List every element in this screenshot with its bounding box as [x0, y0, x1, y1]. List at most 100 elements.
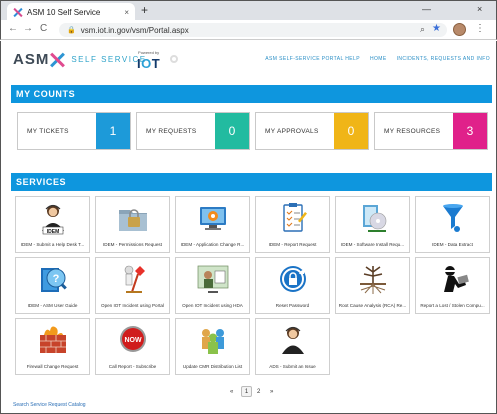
asm-favicon-icon	[13, 8, 22, 17]
count-label: MY APPROVALS	[265, 128, 319, 135]
service-tile-label: IDEM - ASM User Guide	[27, 303, 78, 308]
count-value: 0	[215, 113, 249, 149]
browser-tab-bar: ASM 10 Self Service × + — ×	[0, 0, 497, 21]
nav-incidents-requests[interactable]: INCIDENTS, REQUESTS AND INFO	[397, 56, 490, 62]
my-counts-header: MY COUNTS	[11, 85, 492, 103]
service-tile-label: ADS - Submit an Issue	[269, 364, 316, 369]
service-tile-lost-stolen[interactable]: Report a Lost / Stolen Compu...	[415, 257, 490, 314]
iot-letter-t: T	[151, 56, 161, 71]
count-value: 3	[453, 113, 487, 149]
service-tile-incident-portal[interactable]: Open IOT Incident using Portal	[95, 257, 170, 314]
address-toolbar: ← → C 🔒 vsm.iot.in.gov/vsm/Portal.aspx ⌕…	[0, 20, 497, 40]
service-tile-label: Root Cause Analysis (RCA) Re...	[338, 303, 407, 308]
service-tile-reset-password[interactable]: Reset Password	[255, 257, 330, 314]
forward-button[interactable]: →	[23, 23, 33, 34]
lock-icon: 🔒	[67, 27, 76, 34]
help-desk-agent-icon: IDEM	[41, 204, 64, 235]
count-label: MY TICKETS	[27, 128, 69, 135]
data-extract-funnel-icon	[442, 204, 463, 232]
root-tree-icon	[359, 266, 386, 294]
count-label: MY RESOURCES	[384, 128, 441, 135]
service-tile-label: IDEM - Permissions Request	[103, 242, 162, 247]
folder-lock-icon	[118, 209, 147, 231]
minimize-icon[interactable]: —	[422, 4, 431, 14]
nav-portal-help[interactable]: ASM SELF-SERVICE PORTAL HELP	[265, 56, 360, 62]
url-bar[interactable]: 🔒 vsm.iot.in.gov/vsm/Portal.aspx ⌕ ★	[59, 23, 447, 37]
count-value: 0	[334, 113, 368, 149]
service-tile-data-extract[interactable]: IDEM - Data Extract	[415, 196, 490, 253]
service-tile-label: IDEM - Data Extract	[432, 242, 473, 247]
portal-page: ASM SELF SERVICE Powered by IOT ASM SELF…	[0, 41, 497, 414]
service-tile-label: IDEM - Report Request	[268, 242, 317, 247]
clipboard-checklist-icon	[282, 203, 307, 232]
brand-asm: ASM	[13, 51, 50, 68]
my-approvals-card[interactable]: MY APPROVALS 0	[255, 112, 369, 150]
menu-kebab-icon[interactable]: ⋮	[475, 23, 485, 34]
service-tile-label: Open IOT Incident using HDA	[182, 303, 243, 308]
search-icon[interactable]: ⌕	[420, 24, 425, 35]
ads-agent-icon	[281, 326, 304, 354]
thief-laptop-icon	[443, 266, 469, 292]
service-tile-label: Report a Lost / Stolen Compu...	[420, 303, 485, 308]
help-book-icon: ?	[40, 268, 67, 292]
url-text[interactable]: vsm.iot.in.gov/vsm/Portal.aspx	[81, 26, 189, 35]
software-install-icon	[362, 205, 386, 232]
now-badge: NOW	[124, 337, 142, 344]
asm-x-logo-icon	[50, 52, 66, 67]
service-tile-label: Firewall Change Request	[26, 364, 79, 369]
count-value: 1	[96, 113, 130, 149]
service-tile-firewall[interactable]: Firewall Change Request	[15, 318, 90, 375]
distribution-group-icon	[201, 329, 224, 354]
search-catalog-link[interactable]: Search Service Request Catalog	[13, 402, 86, 408]
firewall-icon	[39, 326, 66, 353]
page-1-button[interactable]: 1	[241, 386, 252, 397]
service-tile-call-report[interactable]: NOW Call Report - Subscribe	[95, 318, 170, 375]
reload-button[interactable]: C	[40, 23, 47, 34]
new-tab-button[interactable]: +	[141, 3, 148, 17]
service-tile-permissions[interactable]: IDEM - Permissions Request	[95, 196, 170, 253]
profile-avatar[interactable]	[453, 23, 466, 36]
services-header: SERVICES	[11, 173, 492, 191]
counts-row: MY TICKETS 1 MY REQUESTS 0 MY APPROVALS …	[17, 112, 488, 150]
tab-title: ASM 10 Self Service	[27, 7, 101, 17]
browser-tab[interactable]: ASM 10 Self Service ×	[7, 3, 135, 21]
idem-badge: IDEM	[46, 229, 59, 235]
prev-page-button[interactable]: «	[230, 386, 233, 397]
bookmark-star-icon[interactable]: ★	[432, 23, 441, 34]
back-button[interactable]: ←	[8, 23, 18, 34]
service-tile-rca[interactable]: Root Cause Analysis (RCA) Re...	[335, 257, 410, 314]
asm-logo[interactable]: ASM SELF SERVICE	[13, 51, 147, 68]
service-tile-cmr-distribution[interactable]: Update CMR Distribution List	[175, 318, 250, 375]
gear-monitor-icon	[199, 207, 226, 230]
reset-password-icon	[279, 266, 306, 292]
now-button-icon: NOW	[119, 326, 146, 352]
service-tile-app-change[interactable]: IDEM - Application Change R...	[175, 196, 250, 253]
service-tile-label: Open IOT Incident using Portal	[101, 303, 164, 308]
service-tile-label: Update CMR Distribution List	[182, 364, 243, 369]
brand-self-service: SELF SERVICE	[71, 55, 147, 64]
window-close-icon[interactable]: ×	[477, 4, 482, 14]
powered-by-text: Powered by	[138, 50, 160, 55]
incident-figure-icon	[124, 265, 145, 293]
service-tile-label: IDEM - Application Change R...	[180, 242, 245, 247]
page-2-button[interactable]: 2	[257, 386, 260, 397]
service-tile-help-desk[interactable]: IDEM IDEM - Submit a Help Desk T...	[15, 196, 90, 253]
service-tile-label: Reset Password	[275, 303, 310, 308]
my-tickets-card[interactable]: MY TICKETS 1	[17, 112, 131, 150]
service-tile-label: Call Report - Subscribe	[108, 364, 157, 369]
service-tile-label: IDEM - Software Install Requ...	[340, 242, 405, 247]
my-resources-card[interactable]: MY RESOURCES 3	[374, 112, 488, 150]
service-tile-incident-hda[interactable]: Open IOT Incident using HDA	[175, 257, 250, 314]
service-tile-report-request[interactable]: IDEM - Report Request	[255, 196, 330, 253]
service-tile-user-guide[interactable]: ? IDEM - ASM User Guide	[15, 257, 90, 314]
tab-close-icon[interactable]: ×	[124, 8, 129, 17]
service-tile-software-install[interactable]: IDEM - Software Install Requ...	[335, 196, 410, 253]
my-requests-card[interactable]: MY REQUESTS 0	[136, 112, 250, 150]
iot-logo: Powered by IOT	[137, 50, 160, 73]
top-navigation: ASM SELF-SERVICE PORTAL HELP HOME INCIDE…	[265, 56, 490, 62]
svg-text:?: ?	[52, 273, 59, 285]
service-tile-ads-issue[interactable]: ADS - Submit an Issue	[255, 318, 330, 375]
hda-incident-icon	[197, 265, 228, 293]
next-page-button[interactable]: »	[270, 386, 273, 397]
nav-home[interactable]: HOME	[370, 56, 387, 62]
